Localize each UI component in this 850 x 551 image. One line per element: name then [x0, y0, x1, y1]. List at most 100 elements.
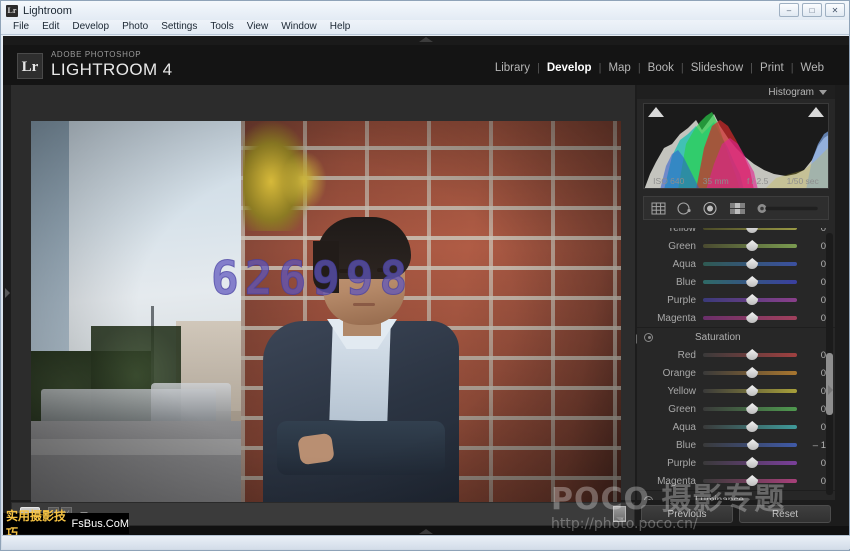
slider-track[interactable] — [703, 479, 797, 483]
slider-handle[interactable] — [746, 457, 758, 468]
menu-item-view[interactable]: View — [241, 20, 275, 34]
section-header-luminance[interactable]: Luminance — [637, 490, 835, 500]
image-number-watermark: 626998 — [211, 251, 413, 305]
slider-handle[interactable] — [746, 349, 758, 360]
slider-handle[interactable] — [746, 367, 758, 378]
slider-track[interactable] — [703, 443, 797, 447]
shadow-clipping-indicator[interactable] — [648, 107, 664, 117]
slider-handle[interactable] — [746, 403, 758, 414]
slider-row[interactable]: Purple0 — [637, 454, 835, 472]
slider-handle[interactable] — [746, 312, 758, 323]
left-panel-toggle[interactable] — [3, 85, 11, 500]
develop-tool-strip — [643, 196, 829, 220]
slider-handle[interactable] — [746, 240, 758, 251]
window-title: Lightroom — [23, 5, 72, 17]
previous-button[interactable]: Previous — [641, 505, 733, 523]
window-controls: – □ ✕ — [779, 3, 845, 17]
menu-item-settings[interactable]: Settings — [155, 20, 203, 34]
slider-row[interactable]: Magenta0 — [637, 309, 835, 327]
module-tab-slideshow[interactable]: Slideshow — [684, 62, 750, 74]
slider-row[interactable]: Aqua0 — [637, 418, 835, 436]
section-header-saturation[interactable]: Saturation — [637, 327, 835, 346]
lightroom-badge-icon: Lr — [17, 53, 43, 79]
hsl-color-panel[interactable]: Yellow0Green0Aqua0Blue0Purple0Magenta0Sa… — [637, 228, 835, 500]
slider-track[interactable] — [703, 316, 797, 320]
menu-item-develop[interactable]: Develop — [66, 20, 115, 34]
slider-label: Magenta — [637, 313, 703, 324]
photo-content: 626998 — [31, 121, 621, 536]
slider-handle[interactable] — [746, 258, 758, 269]
menu-item-file[interactable]: File — [7, 20, 35, 34]
slider-row[interactable]: Aqua0 — [637, 255, 835, 273]
slider-row[interactable]: Purple0 — [637, 291, 835, 309]
slider-track[interactable] — [703, 244, 797, 248]
slider-label: Magenta — [637, 476, 703, 487]
menu-item-help[interactable]: Help — [324, 20, 357, 34]
window-titlebar[interactable]: Lr Lightroom – □ ✕ — [1, 1, 849, 20]
slider-row[interactable]: Green0 — [637, 400, 835, 418]
slider-label: Blue — [637, 277, 703, 288]
slider-row[interactable]: Yellow0 — [637, 382, 835, 400]
slider-handle[interactable] — [746, 475, 758, 486]
identity-plate[interactable]: Lr ADOBE PHOTOSHOP LIGHTROOM 4 — [17, 50, 173, 79]
image-viewport[interactable]: 626998 — [11, 85, 635, 500]
slider-label: Purple — [637, 458, 703, 469]
slider-label: Yellow — [637, 228, 703, 234]
slider-label: Yellow — [637, 386, 703, 397]
menu-bar: FileEditDevelopPhotoSettingsToolsViewWin… — [1, 20, 849, 35]
slider-track[interactable] — [703, 262, 797, 266]
slider-track[interactable] — [703, 425, 797, 429]
slider-handle[interactable] — [746, 228, 758, 233]
slider-track[interactable] — [703, 371, 797, 375]
red-eye-icon[interactable] — [702, 201, 719, 216]
slider-row[interactable]: Red0 — [637, 346, 835, 364]
module-tab-print[interactable]: Print — [753, 62, 791, 74]
highlight-clipping-indicator[interactable] — [808, 107, 824, 117]
menu-item-photo[interactable]: Photo — [116, 20, 154, 34]
slider-handle[interactable] — [747, 439, 759, 450]
toolbar-options-icon[interactable] — [613, 506, 626, 522]
module-tab-map[interactable]: Map — [601, 62, 637, 74]
module-tab-develop[interactable]: Develop — [540, 62, 599, 74]
graduated-filter-icon[interactable] — [728, 201, 747, 216]
minimize-button[interactable]: – — [779, 3, 799, 17]
slider-handle[interactable] — [746, 276, 758, 287]
menu-item-edit[interactable]: Edit — [36, 20, 65, 34]
histogram-graph[interactable]: ISO 640 35 mm f / 2.5 1/50 sec — [643, 103, 829, 189]
slider-row[interactable]: Blue– 1 — [637, 436, 835, 454]
slider-track[interactable] — [703, 280, 797, 284]
menu-item-window[interactable]: Window — [275, 20, 323, 34]
panel-scrollbar[interactable] — [826, 233, 833, 495]
slider-handle[interactable] — [746, 421, 758, 432]
crop-overlay-icon[interactable] — [650, 201, 667, 216]
target-adjust-icon[interactable] — [644, 333, 653, 342]
slider-track[interactable] — [703, 389, 797, 393]
maximize-button[interactable]: □ — [802, 3, 822, 17]
app-icon: Lr — [6, 5, 18, 17]
module-tab-web[interactable]: Web — [794, 62, 831, 74]
top-panel-collapse-strip[interactable] — [3, 36, 849, 45]
slider-track[interactable] — [703, 298, 797, 302]
right-edge-toggle[interactable] — [828, 380, 836, 400]
slider-track[interactable] — [703, 407, 797, 411]
slider-track[interactable] — [703, 461, 797, 465]
menu-item-tools[interactable]: Tools — [204, 20, 239, 34]
slider-row-partial[interactable]: Yellow0 — [637, 228, 835, 237]
slider-handle[interactable] — [746, 294, 758, 305]
module-tab-book[interactable]: Book — [641, 62, 681, 74]
slider-track[interactable] — [703, 228, 797, 230]
spot-removal-icon[interactable] — [676, 201, 693, 216]
slider-handle[interactable] — [746, 385, 758, 396]
reset-button[interactable]: Reset — [739, 505, 831, 523]
slider-row[interactable]: Blue0 — [637, 273, 835, 291]
slider-track[interactable] — [703, 353, 797, 357]
adjustment-brush-icon[interactable] — [756, 201, 818, 216]
slider-row[interactable]: Green0 — [637, 237, 835, 255]
close-button[interactable]: ✕ — [825, 3, 845, 17]
slider-row[interactable]: Orange0 — [637, 364, 835, 382]
histogram-header[interactable]: Histogram — [637, 85, 835, 99]
slider-row[interactable]: Magenta0 — [637, 472, 835, 490]
module-tab-library[interactable]: Library — [488, 62, 537, 74]
target-adjust-icon[interactable] — [644, 496, 653, 501]
photo-canvas[interactable]: 626998 — [31, 121, 621, 536]
